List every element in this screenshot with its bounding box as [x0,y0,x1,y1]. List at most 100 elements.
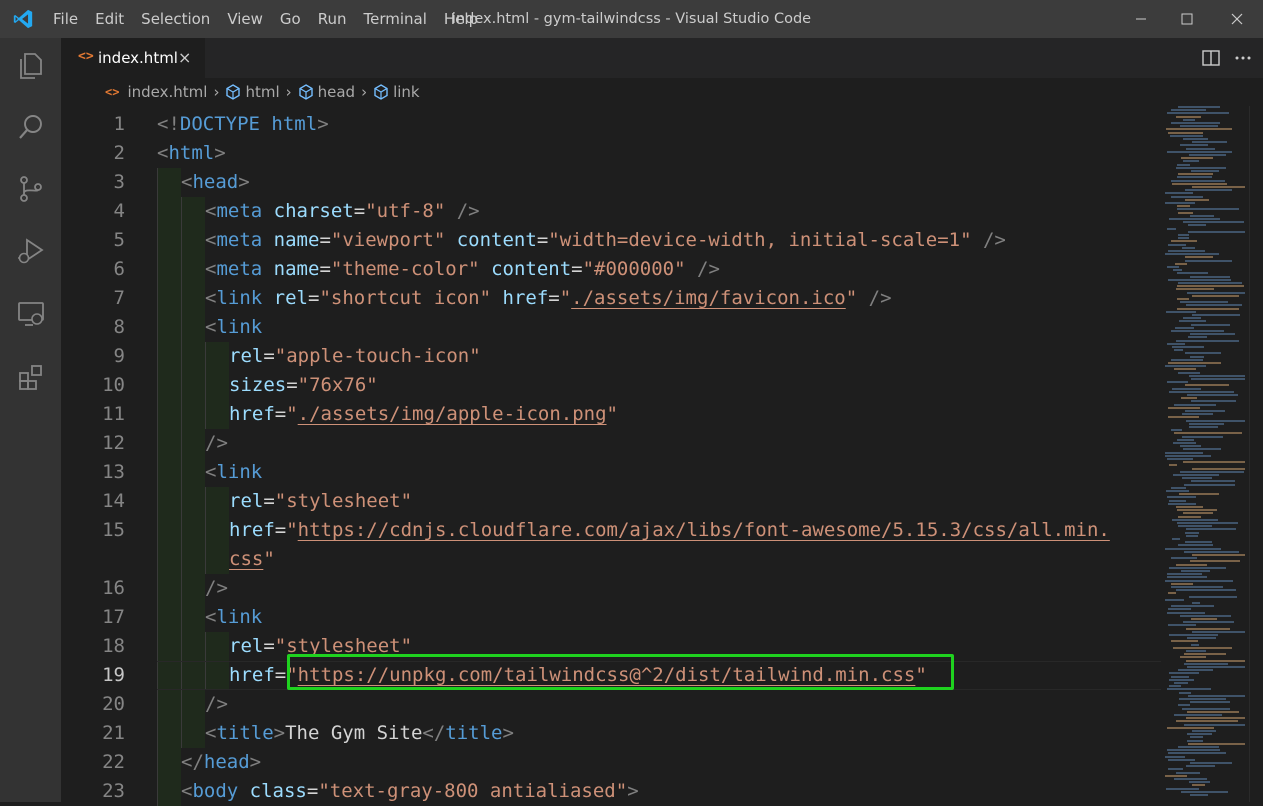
code-token: href [502,287,549,309]
indent-guide [157,226,181,255]
indent-guide [205,632,229,661]
minimap-line [1182,477,1212,480]
indent-guide [157,603,181,632]
code-line[interactable]: 14 rel="stylesheet" [61,487,1161,516]
code-token: content [456,229,537,251]
code-line[interactable]: 15 href="https://cdnjs.cloudflare.com/aja… [61,516,1161,545]
menu-help[interactable]: Help [444,10,478,28]
menu-go[interactable]: Go [280,10,301,28]
search-icon[interactable] [15,111,47,143]
minimap-line [1168,243,1186,246]
tab-index-html[interactable]: <> index.html × [61,38,205,78]
minimap-line [1168,362,1221,364]
minimap-line [1182,435,1223,438]
code-line[interactable]: 12 /> [61,429,1161,458]
minimap-line [1165,202,1195,204]
code-token: > [627,780,639,802]
more-actions-icon[interactable] [1233,48,1253,68]
split-editor-icon[interactable] [1201,48,1221,68]
code-text: <meta name="theme-color" content="#00000… [205,255,720,284]
code-token: /> [697,258,720,280]
breadcrumb-head[interactable]: head [298,83,355,101]
minimap-line [1185,410,1225,412]
line-number: 16 [102,577,125,599]
code-line[interactable]: css" [61,545,1161,574]
menu-view[interactable]: View [227,10,263,28]
minimap-line [1174,714,1222,716]
remote-explorer-icon[interactable] [15,298,47,330]
code-line[interactable]: 8 <link [61,313,1161,342]
minimap[interactable] [1161,106,1249,802]
minimap-line [1178,106,1220,108]
maximize-button[interactable] [1164,0,1210,38]
source-control-icon[interactable] [15,173,47,205]
minimap-line [1177,208,1239,211]
indent-guide [181,632,205,661]
breadcrumb-html[interactable]: html [225,83,280,101]
tab-close-icon[interactable]: × [178,48,191,67]
indent-guide [205,516,229,545]
code-line[interactable]: 5 <meta name="viewport" content="width=de… [61,226,1161,255]
code-token: > [317,113,329,135]
code-line[interactable]: 17 <link [61,603,1161,632]
code-token: = [353,200,366,222]
code-line[interactable]: 13 <link [61,458,1161,487]
symbol-element-icon [298,84,313,100]
minimap-line [1188,742,1245,745]
code-line[interactable]: 9 rel="apple-touch-icon" [61,342,1161,371]
minimap-line [1168,758,1195,761]
code-line[interactable]: 4 <meta charset="utf-8" /> [61,197,1161,226]
extensions-icon[interactable] [15,361,47,393]
minimap-line [1192,467,1245,470]
breadcrumb-file[interactable]: <> index.html [105,83,207,101]
breadcrumb-link[interactable]: link [373,83,420,101]
code-token: /> [456,200,480,222]
minimap-line [1187,666,1245,668]
code-line[interactable]: 11 href="./assets/img/apple-icon.png" [61,400,1161,429]
code-token: head [203,751,250,773]
code-text: <html> [157,139,226,168]
menu-terminal[interactable]: Terminal [364,10,427,28]
menu-selection[interactable]: Selection [141,10,210,28]
code-line[interactable]: 20 /> [61,690,1161,719]
run-debug-icon[interactable] [15,235,47,267]
close-window-button[interactable] [1214,0,1260,38]
code-line[interactable]: 1 <!DOCTYPE html> [61,110,1161,139]
code-text: <link [205,603,262,632]
code-line[interactable]: 16 /> [61,574,1161,603]
minimap-line [1187,733,1212,736]
minimap-line [1187,291,1245,294]
explorer-icon[interactable] [15,50,47,82]
minimap-line [1165,755,1185,758]
line-number: 14 [102,490,125,512]
minimap-line [1172,538,1180,540]
code-token: < [205,316,217,338]
minimize-button[interactable] [1118,0,1164,38]
code-line[interactable]: 7 <link rel="shortcut icon" href="./asset… [61,284,1161,313]
menu-edit[interactable]: Edit [95,10,124,28]
minimap-line [1169,499,1186,502]
code-line[interactable]: 3 <head> [61,168,1161,197]
minimap-line [1192,141,1227,144]
minimap-line [1167,573,1202,576]
minimap-line [1188,230,1245,233]
minimap-line [1165,451,1203,454]
code-line[interactable]: 2 <html> [61,139,1161,168]
vertical-scrollbar[interactable] [1249,106,1263,802]
minimap-line [1187,394,1238,396]
minimap-line [1185,256,1213,259]
vscode-logo-icon[interactable] [12,8,34,30]
code-line[interactable]: 10 sizes="76x76" [61,371,1161,400]
code-editor[interactable]: 1 <!DOCTYPE html> 2 <html> 3 <head> 4 <meta cha… [61,106,1161,806]
code-line[interactable]: 22 </head> [61,748,1161,777]
code-token: > [238,171,250,193]
minimap-line [1185,352,1221,355]
minimap-line [1169,634,1218,636]
menu-run[interactable]: Run [318,10,347,28]
menu-file[interactable]: File [53,10,78,28]
code-line[interactable]: 21 <title>The Gym Site</title> [61,719,1161,748]
code-line[interactable]: 6 <meta name="theme-color" content="#0000… [61,255,1161,284]
